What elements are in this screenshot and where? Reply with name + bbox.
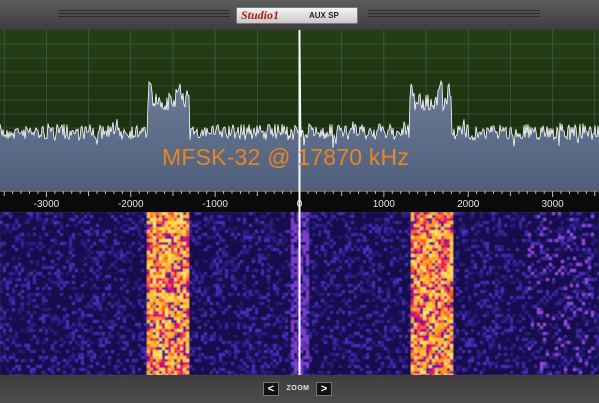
axis-tick-label: 3000 bbox=[541, 199, 564, 210]
axis-tick-label: -3000 bbox=[34, 199, 60, 210]
drag-grip-left[interactable] bbox=[58, 10, 230, 18]
audio-output-label: AUX SP bbox=[309, 11, 339, 20]
axis-tick-label: 1000 bbox=[373, 199, 396, 210]
zoom-label: ZOOM bbox=[286, 385, 310, 392]
axis-tick-label: 2000 bbox=[457, 199, 480, 210]
zoom-out-button[interactable]: < bbox=[263, 382, 279, 396]
zoom-in-button[interactable]: > bbox=[316, 382, 332, 396]
title-bar: Studio1 AUX SP bbox=[0, 0, 599, 30]
axis-tick-label: -1000 bbox=[202, 199, 228, 210]
axis-tick-label: -2000 bbox=[118, 199, 144, 210]
sdr-panorama-window: Studio1 AUX SP -3000-2000-10000100020003… bbox=[0, 0, 599, 403]
radio-name-label: Studio1 bbox=[241, 8, 280, 22]
panorama-display[interactable]: -3000-2000-10000100020003000 bbox=[0, 30, 599, 375]
audio-output-tab[interactable]: Studio1 AUX SP bbox=[236, 7, 358, 24]
mode-annotation: MFSK-32 @ 17870 kHz bbox=[162, 144, 410, 170]
zoom-bar: < ZOOM > bbox=[0, 375, 599, 403]
drag-grip-right[interactable] bbox=[368, 10, 540, 18]
